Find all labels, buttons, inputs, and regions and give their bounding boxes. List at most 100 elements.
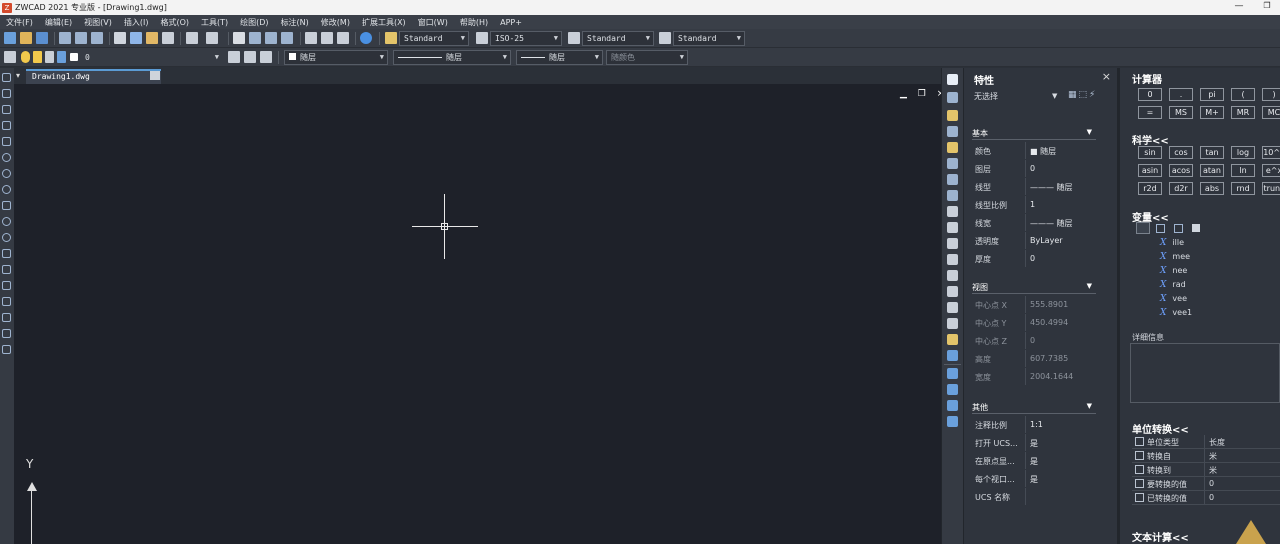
menu-dimension[interactable]: 标注(N) [275, 17, 315, 28]
calc-key[interactable]: d2r [1169, 182, 1193, 195]
scientific-section-toggle[interactable]: 科学<< [1132, 132, 1169, 147]
publish-icon[interactable] [91, 32, 103, 44]
hatch-icon[interactable] [2, 297, 11, 306]
break-icon[interactable] [947, 254, 958, 265]
prop-row[interactable]: 打开 UCS... 是 [972, 434, 1096, 452]
trim-icon[interactable] [947, 222, 958, 233]
mirror-icon[interactable] [947, 110, 958, 121]
ray-icon[interactable] [2, 89, 11, 98]
mleader-style-icon[interactable] [659, 32, 671, 44]
unit-row[interactable]: 转换到 米 [1132, 463, 1280, 477]
calc-key[interactable]: MS [1169, 106, 1193, 119]
calc-key[interactable]: e^x [1262, 164, 1280, 177]
join-icon[interactable] [947, 270, 958, 281]
layer-select[interactable]: 0 ▼ [80, 50, 223, 65]
line-icon[interactable] [2, 73, 11, 82]
linetype-select[interactable]: 随层 ▼ [393, 50, 511, 65]
undo-icon[interactable] [186, 32, 198, 44]
close-icon[interactable]: × [1102, 70, 1111, 83]
bring-front-icon[interactable] [947, 384, 958, 395]
prop-row[interactable]: 颜色 ■ 随层 [972, 142, 1096, 160]
tab-drawing1[interactable]: Drawing1.dwg× [26, 69, 161, 84]
calc-key[interactable]: = [1138, 106, 1162, 119]
mtext-icon[interactable] [2, 345, 11, 354]
mleader-style-select[interactable]: Standard ▼ [673, 31, 745, 46]
variable-item[interactable]: Xille [1160, 238, 1184, 248]
spline-icon[interactable] [2, 201, 11, 210]
drawing-canvas[interactable] [14, 84, 941, 544]
polyline-icon[interactable] [2, 105, 11, 114]
section-view[interactable]: 视图 ▼ [972, 282, 1096, 294]
print-preview-icon[interactable] [75, 32, 87, 44]
save-icon[interactable] [36, 32, 48, 44]
calc-key[interactable]: log [1231, 146, 1255, 159]
insert-block-icon[interactable] [2, 249, 11, 258]
pan-icon[interactable] [233, 32, 245, 44]
layer-manager-icon[interactable] [4, 51, 16, 63]
cut-icon[interactable] [114, 32, 126, 44]
calc-key[interactable]: atan [1200, 164, 1224, 177]
table-style-select[interactable]: Standard ▼ [582, 31, 654, 46]
make-block-icon[interactable] [2, 265, 11, 274]
chamfer-icon[interactable] [947, 286, 958, 297]
erase-icon[interactable] [947, 74, 958, 85]
menu-modify[interactable]: 修改(M) [315, 17, 356, 28]
menu-file[interactable]: 文件(F) [0, 17, 39, 28]
layer-lock-icon[interactable] [57, 51, 66, 63]
calc-key[interactable]: ) [1262, 88, 1280, 101]
select-objects-icon[interactable]: ⬚ [1079, 90, 1090, 100]
calc-key[interactable]: pi [1200, 88, 1224, 101]
paste-icon[interactable] [146, 32, 158, 44]
chevron-down-icon[interactable]: ▼ [1052, 92, 1057, 100]
menu-tools[interactable]: 工具(T) [195, 17, 234, 28]
text-calc-toggle[interactable]: 文本计算<< [1132, 529, 1189, 544]
menu-view[interactable]: 视图(V) [78, 17, 118, 28]
layer-viewport-icon[interactable] [45, 51, 54, 63]
make-layer-current-icon[interactable] [228, 51, 240, 63]
send-back-icon[interactable] [947, 400, 958, 411]
new-file-icon[interactable] [4, 32, 16, 44]
color-select[interactable]: 随层 ▼ [284, 50, 388, 65]
toggle-pickadd-icon[interactable]: ▦ [1068, 90, 1079, 100]
prop-row[interactable]: 每个视口... 是 [972, 470, 1096, 488]
menu-app-plus[interactable]: APP+ [494, 18, 528, 27]
point-icon[interactable] [2, 281, 11, 290]
calc-key[interactable]: tan [1200, 146, 1224, 159]
variable-item[interactable]: Xmee [1160, 252, 1190, 262]
layer-previous-icon[interactable] [244, 51, 256, 63]
dim-style-icon[interactable] [476, 32, 488, 44]
menu-draw[interactable]: 绘图(D) [234, 17, 274, 28]
section-basic[interactable]: 基本 ▼ [972, 128, 1096, 140]
prop-row[interactable]: 在原点显... 是 [972, 452, 1096, 470]
zoom-previous-icon[interactable] [281, 32, 293, 44]
calc-key[interactable]: cos [1169, 146, 1193, 159]
polygon-icon[interactable] [2, 121, 11, 130]
prop-row[interactable]: 透明度 ByLayer [972, 232, 1096, 250]
copy-icon[interactable] [130, 32, 142, 44]
minimize-button[interactable]: — [1234, 1, 1244, 11]
edit-polyline-icon[interactable] [947, 334, 958, 345]
zoom-realtime-icon[interactable] [249, 32, 261, 44]
tab-menu-chevron-icon[interactable]: ▾ [16, 71, 26, 80]
print-icon[interactable] [59, 32, 71, 44]
text-style-select[interactable]: Standard ▼ [399, 31, 469, 46]
table-icon[interactable] [2, 329, 11, 338]
properties-icon[interactable] [305, 32, 317, 44]
calc-key[interactable]: acos [1169, 164, 1193, 177]
prop-row[interactable]: 线型 ——— 随层 [972, 178, 1096, 196]
quick-select-icon[interactable]: ⚡ [1089, 90, 1097, 100]
rotate-icon[interactable] [947, 174, 958, 185]
calc-key[interactable]: rnd [1231, 182, 1255, 195]
region-icon[interactable] [2, 313, 11, 322]
bring-above-icon[interactable] [947, 416, 958, 427]
menu-extensions[interactable]: 扩展工具(X) [356, 17, 412, 28]
dim-style-select[interactable]: ISO-25 ▼ [490, 31, 562, 46]
lineweight-select[interactable]: 随层 ▼ [516, 50, 603, 65]
calc-key[interactable]: M+ [1200, 106, 1224, 119]
calc-key[interactable]: trunc [1262, 182, 1280, 195]
menu-format[interactable]: 格式(O) [154, 17, 195, 28]
ellipse-arc-icon[interactable] [2, 233, 11, 242]
calc-key[interactable]: MC [1262, 106, 1280, 119]
revision-cloud-icon[interactable] [2, 185, 11, 194]
design-center-icon[interactable] [321, 32, 333, 44]
